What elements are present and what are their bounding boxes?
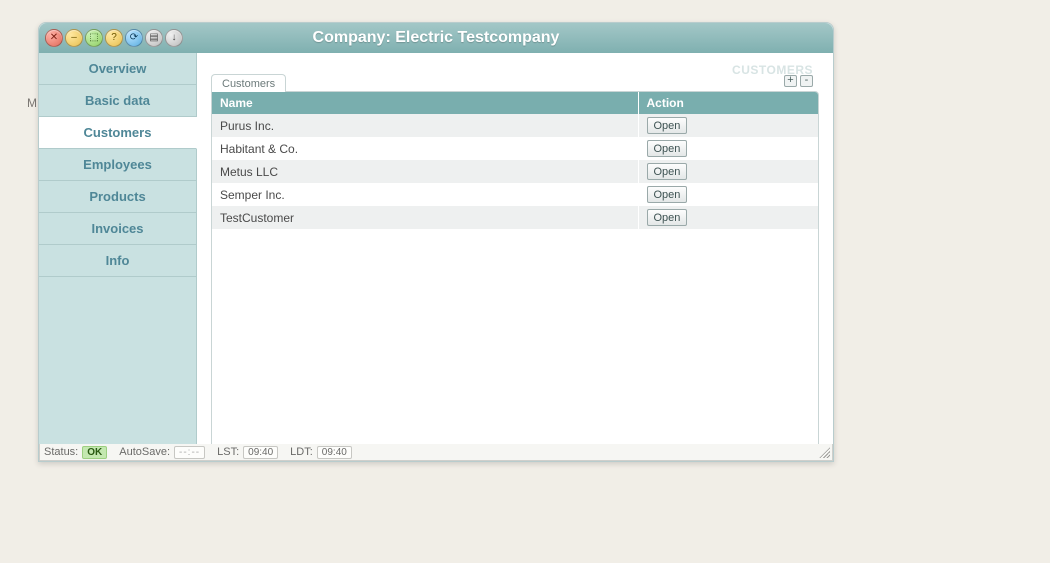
customer-name-cell: Semper Inc.	[212, 183, 638, 206]
close-icon[interactable]: ✕	[45, 29, 63, 47]
window-body: Overview Basic data Customers Employees Prod…	[39, 53, 833, 461]
sidebar-item-invoices[interactable]: Invoices	[39, 213, 196, 245]
customer-name-cell: TestCustomer	[212, 206, 638, 229]
open-button[interactable]: Open	[647, 186, 688, 203]
sidebar-item-label: Customers	[84, 125, 152, 140]
remove-button[interactable]: -	[800, 75, 813, 87]
status-value: OK	[82, 446, 107, 459]
ldt-label: LDT:	[290, 446, 313, 458]
sidebar-item-customers[interactable]: Customers	[39, 117, 197, 149]
col-header-action[interactable]: Action	[638, 92, 818, 114]
table-row: Habitant & Co. Open	[212, 137, 818, 160]
open-button[interactable]: Open	[647, 209, 688, 226]
table-row: Semper Inc. Open	[212, 183, 818, 206]
customer-name-cell: Purus Inc.	[212, 114, 638, 137]
add-button[interactable]: +	[784, 75, 797, 87]
sidebar-item-employees[interactable]: Employees	[39, 149, 196, 181]
open-button[interactable]: Open	[647, 163, 688, 180]
tab-customers[interactable]: Customers	[211, 74, 286, 92]
download-icon[interactable]: ↓	[165, 29, 183, 47]
main-panel: CUSTOMERS + - Customers Name Action Puru…	[197, 53, 833, 461]
col-header-name[interactable]: Name	[212, 92, 638, 114]
minimize-icon[interactable]: –	[65, 29, 83, 47]
lst-value: 09:40	[243, 446, 278, 459]
sidebar-item-label: Products	[89, 189, 145, 204]
sidebar-item-overview[interactable]: Overview	[39, 53, 196, 85]
sidebar-item-info[interactable]: Info	[39, 245, 196, 277]
action-cell: Open	[638, 206, 818, 229]
autosave-value: --:--	[174, 446, 205, 459]
lst-label: LST:	[217, 446, 239, 458]
sidebar-item-label: Info	[106, 253, 130, 268]
sidebar-item-products[interactable]: Products	[39, 181, 196, 213]
action-cell: Open	[638, 137, 818, 160]
statusbar: Status: OK AutoSave: --:-- LST: 09:40 LD…	[39, 444, 833, 461]
clipboard-icon[interactable]: ▤	[145, 29, 163, 47]
table-row: Metus LLC Open	[212, 160, 818, 183]
open-button[interactable]: Open	[647, 117, 688, 134]
refresh-icon[interactable]: ⟳	[125, 29, 143, 47]
action-cell: Open	[638, 183, 818, 206]
open-button[interactable]: Open	[647, 140, 688, 157]
sidebar-item-basic-data[interactable]: Basic data	[39, 85, 196, 117]
app-window: ✕–⬚?⟳▤↓ Company: Electric Testcompany Ov…	[38, 22, 834, 462]
background-fragment: M	[27, 96, 37, 110]
table-row: TestCustomer Open	[212, 206, 818, 229]
action-cell: Open	[638, 114, 818, 137]
sidebar: Overview Basic data Customers Employees Prod…	[39, 53, 197, 461]
sidebar-item-label: Invoices	[91, 221, 143, 236]
ldt-value: 09:40	[317, 446, 352, 459]
customer-name-cell: Metus LLC	[212, 160, 638, 183]
save-icon[interactable]: ⬚	[85, 29, 103, 47]
sidebar-item-label: Overview	[89, 61, 147, 76]
sidebar-item-label: Basic data	[85, 93, 150, 108]
customers-grid: Name Action Purus Inc.OpenHabitant & Co.…	[211, 91, 819, 451]
status-label: Status:	[44, 446, 78, 458]
help-icon[interactable]: ?	[105, 29, 123, 47]
titlebar: ✕–⬚?⟳▤↓ Company: Electric Testcompany	[39, 23, 833, 53]
resize-grip-icon[interactable]	[818, 446, 830, 458]
window-title: Company: Electric Testcompany	[313, 29, 560, 47]
action-cell: Open	[638, 160, 818, 183]
autosave-label: AutoSave:	[119, 446, 170, 458]
sidebar-item-label: Employees	[83, 157, 152, 172]
table-row: Purus Inc. Open	[212, 114, 818, 137]
customer-name-cell: Habitant & Co.	[212, 137, 638, 160]
